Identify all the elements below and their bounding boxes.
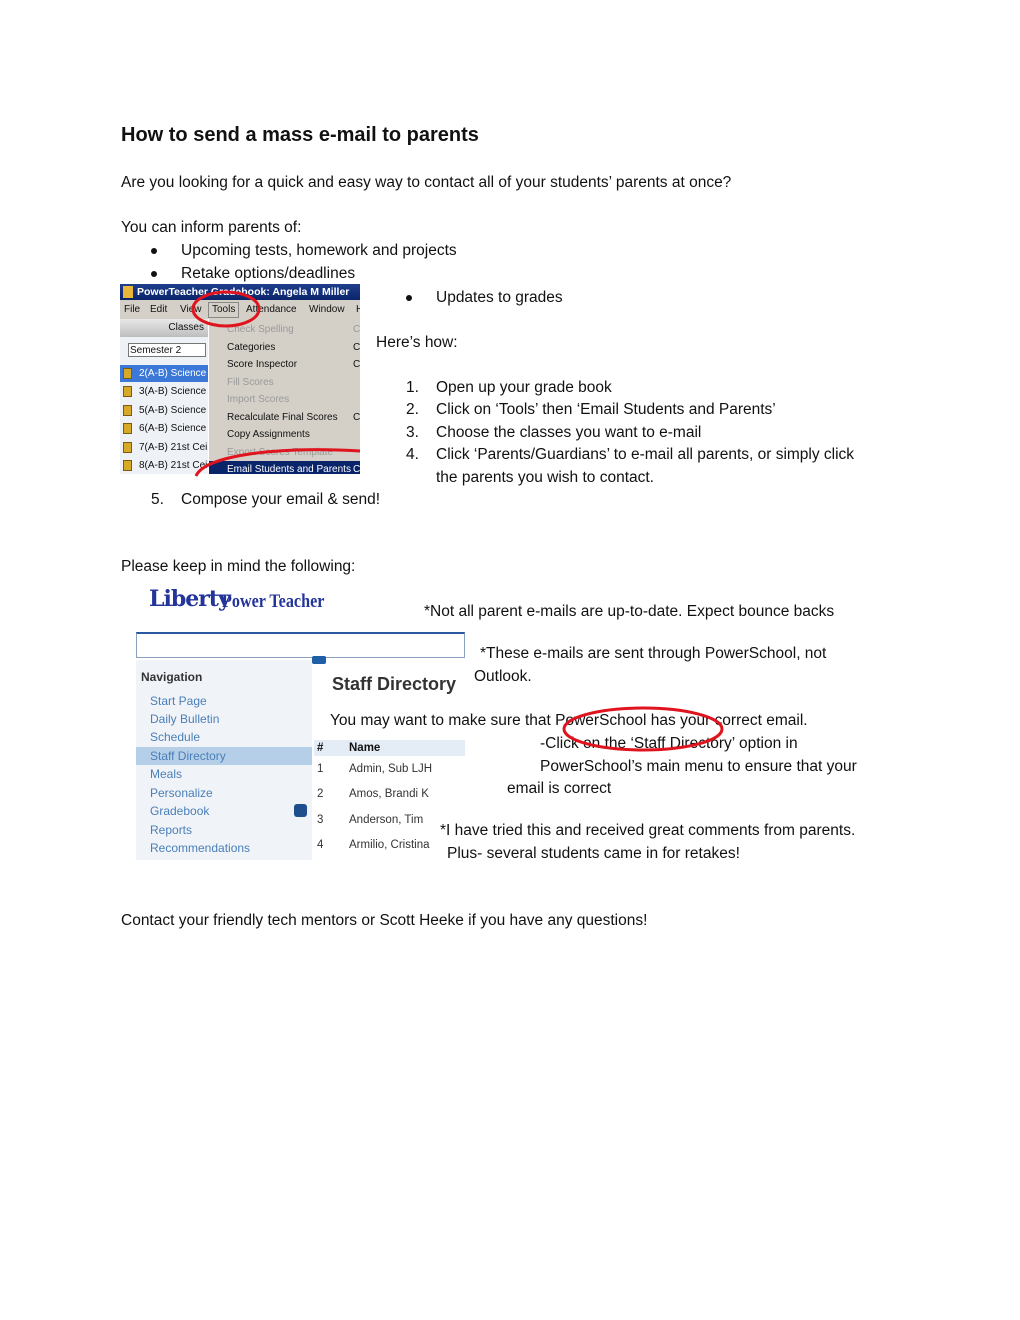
note-text: *I have tried this and received great co… [440,822,856,839]
menubar: File Edit View Tools Attendance Window H [120,301,360,318]
class-item[interactable]: 3(A-B) Science [120,383,208,400]
folder-icon [123,386,132,397]
nav-start-page[interactable]: Start Page [150,692,207,710]
nav-gradebook[interactable]: Gradebook [150,802,209,820]
app-icon [123,286,133,298]
nav-meals[interactable]: Meals [150,765,182,783]
note-text: email is correct [507,780,612,797]
note-text: Plus- several students came in for retak… [447,845,740,862]
tools-menu: Check SpellingCt CategoriesCt Score Insp… [208,319,360,474]
gradebook-screenshot: PowerTeacher Gradebook: Angela M Miller … [120,284,360,474]
menu-item-email-students-parents[interactable]: Email Students and ParentsCt [209,461,360,474]
table-header: # Name [314,740,465,756]
intro-text: Are you looking for a quick and easy way… [121,174,732,191]
menu-item-fill-scores[interactable]: Fill Scores [227,374,360,391]
inform-label: You can inform parents of: [121,219,302,236]
classes-header: Classes [120,319,208,337]
note-text: -Click on the ‘Staff Directory’ option i… [540,735,798,752]
inform-item: Retake options/deadlines [181,265,356,282]
step-number: 2. [406,401,419,418]
contact-text: Contact your friendly tech mentors or Sc… [121,912,648,929]
menu-tools[interactable]: Tools [208,302,240,318]
collapse-arrow-icon[interactable] [312,656,326,664]
menu-item-categories[interactable]: CategoriesCt [227,339,360,356]
menu-file[interactable]: File [124,301,140,318]
step-text: the parents you wish to contact. [436,469,654,486]
step-text: Compose your email & send! [181,491,381,508]
nav-staff-directory[interactable]: Staff Directory [136,747,312,765]
navigation-header: Navigation [141,670,203,684]
folder-icon [123,442,132,453]
step-number: 1. [406,379,419,396]
how-label: Here’s how: [376,334,458,351]
menu-item-score-inspector[interactable]: Score InspectorCt [227,356,360,373]
navigation-panel: Navigation Start Page Daily Bulletin Sch… [136,660,312,860]
note-text: *Not all parent e-mails are up-to-date. … [424,603,835,620]
bullet-icon [151,271,157,277]
liberty-logo: Liberty [149,586,231,612]
page-title: How to send a mass e-mail to parents [121,124,479,146]
nav-daily-bulletin[interactable]: Daily Bulletin [150,710,219,728]
note-text: You may want to make sure that PowerScho… [330,712,808,729]
classes-panel: Classes Semester 2 2(A-B) Science 3(A-B)… [120,319,208,474]
menu-item-recalculate[interactable]: Recalculate Final ScoresCt [227,409,360,426]
class-item[interactable]: 5(A-B) Science [120,402,208,419]
class-item[interactable]: 7(A-B) 21st Cei [120,439,208,456]
folder-icon [123,368,132,379]
menu-help[interactable]: H [356,301,360,318]
note-text: *These e-mails are sent through PowerSch… [480,645,827,662]
bullet-icon [151,248,157,254]
class-item[interactable]: 6(A-B) Science [120,420,208,437]
inform-item: Updates to grades [436,289,563,306]
header-bar [136,632,465,658]
external-link-icon[interactable] [294,804,307,817]
folder-icon [123,423,132,434]
step-text: Click ‘Parents/Guardians’ to e-mail all … [436,446,855,463]
menu-item-copy-assignments[interactable]: Copy Assignments [227,426,360,443]
term-select[interactable]: Semester 2 [128,343,206,357]
power-teacher-logo: Power Teacher [222,591,325,612]
class-item[interactable]: 2(A-B) Science [120,365,208,382]
note-text: PowerSchool’s main menu to ensure that y… [540,758,857,775]
step-number: 4. [406,446,419,463]
menu-item-check-spelling[interactable]: Check SpellingCt [227,321,360,338]
step-number: 5. [151,491,164,508]
step-number: 3. [406,424,419,441]
step-text: Choose the classes you want to e-mail [436,424,702,441]
nav-reports[interactable]: Reports [150,821,192,839]
keep-in-mind-label: Please keep in mind the following: [121,558,356,575]
menu-view[interactable]: View [180,301,202,318]
staff-directory-title: Staff Directory [332,674,457,694]
menu-item-import-scores[interactable]: Import Scores [227,391,360,408]
nav-schedule[interactable]: Schedule [150,728,200,746]
bullet-icon [406,295,412,301]
inform-item: Upcoming tests, homework and projects [181,242,457,259]
folder-icon [123,460,132,471]
window-title: PowerTeacher Gradebook: Angela M Miller [137,286,350,298]
note-text: Outlook. [474,668,532,685]
step-text: Open up your grade book [436,379,612,396]
nav-personalize[interactable]: Personalize [150,784,213,802]
menu-item-export-template[interactable]: Export Scores Template [227,444,360,461]
menu-window[interactable]: Window [309,301,345,318]
nav-recommendations[interactable]: Recommendations [150,839,250,857]
menu-edit[interactable]: Edit [150,301,167,318]
class-item[interactable]: 8(A-B) 21st Cei [120,457,208,474]
folder-icon [123,405,132,416]
menu-attendance[interactable]: Attendance [246,301,297,318]
window-title-bar: PowerTeacher Gradebook: Angela M Miller [120,284,360,300]
step-text: Click on ‘Tools’ then ‘Email Students an… [436,401,776,418]
